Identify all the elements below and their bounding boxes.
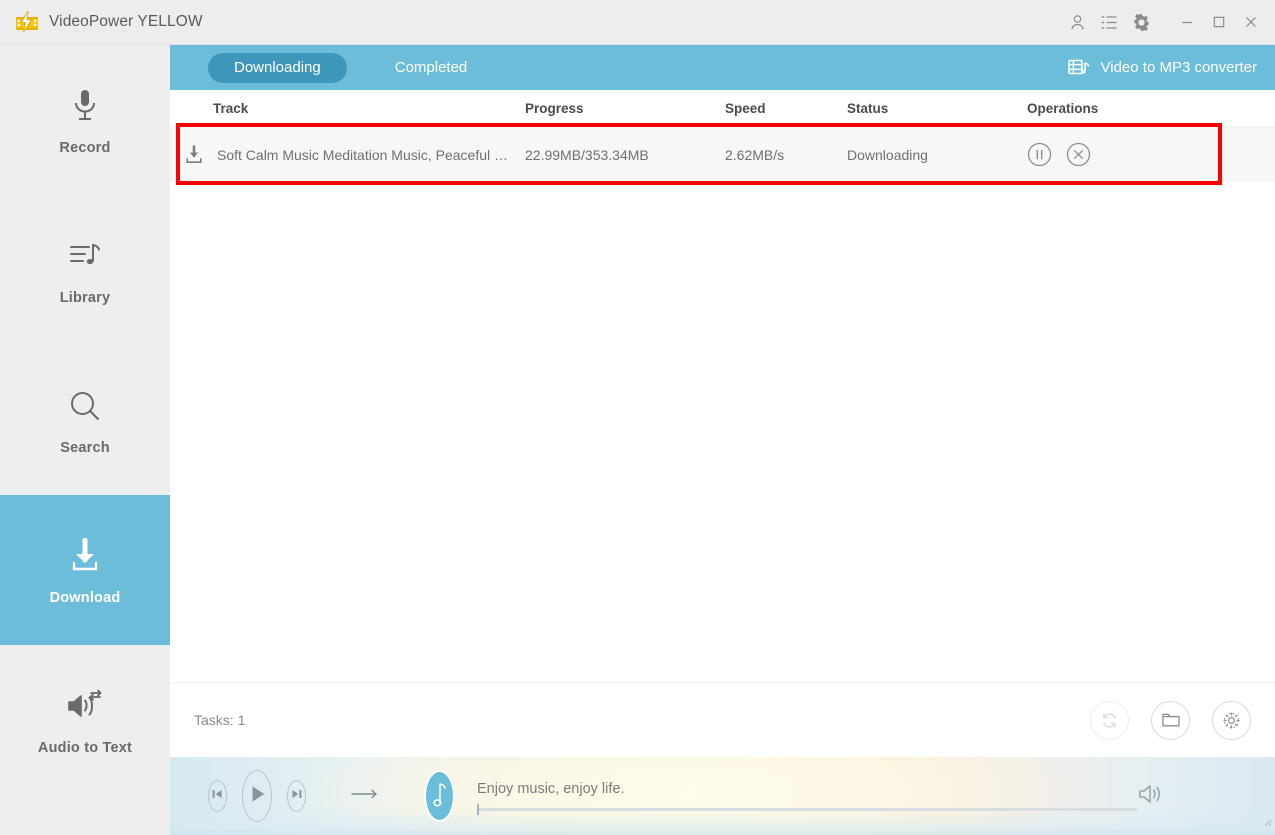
- album-thumbnail[interactable]: [423, 770, 456, 822]
- account-icon[interactable]: [1061, 7, 1093, 37]
- microphone-icon: [70, 85, 100, 127]
- title-bar: VideoPower YELLOW: [0, 0, 1275, 45]
- search-icon: [68, 385, 102, 427]
- download-icon: [65, 535, 105, 577]
- gear-icon[interactable]: [1125, 7, 1157, 37]
- download-settings-button[interactable]: [1212, 700, 1251, 740]
- library-music-icon: [67, 235, 103, 277]
- list-icon[interactable]: [1093, 7, 1125, 37]
- cancel-button[interactable]: [1066, 142, 1091, 167]
- pause-button[interactable]: [1027, 142, 1052, 167]
- app-window: VideoPower YELLOW Record Library Search …: [0, 0, 1275, 835]
- table-row[interactable]: Soft Calm Music Meditation Music, Peacef…: [170, 127, 1275, 182]
- videopower-logo-icon: [14, 10, 40, 34]
- cell-status: Downloading: [847, 146, 928, 163]
- column-header-progress: Progress: [525, 100, 584, 116]
- app-brand: VideoPower YELLOW: [0, 10, 203, 34]
- play-icon: [246, 783, 268, 810]
- column-header-speed: Speed: [725, 100, 766, 116]
- playback-mode-arrow-icon: [350, 788, 380, 805]
- player-info: Enjoy music, enjoy life.: [477, 781, 1138, 815]
- column-header-status: Status: [847, 100, 889, 116]
- volume-button[interactable]: [1137, 782, 1163, 811]
- column-header-track: Track: [213, 100, 249, 116]
- close-button[interactable]: [1235, 7, 1267, 37]
- cell-speed: 2.62MB/s: [725, 146, 785, 163]
- cell-operations: [1027, 142, 1207, 167]
- column-header-operations: Operations: [1027, 100, 1099, 116]
- play-button[interactable]: [241, 770, 273, 822]
- tab-downloading[interactable]: Downloading: [208, 52, 347, 83]
- next-track-icon: [290, 787, 304, 806]
- sidebar-item-label: Record: [59, 139, 111, 156]
- sidebar-item-label: Download: [49, 589, 121, 606]
- seek-bar[interactable]: [477, 804, 1138, 815]
- table-body: Soft Calm Music Meditation Music, Peacef…: [170, 123, 1275, 185]
- tab-bar: Downloading Completed Video to MP3 conve…: [170, 45, 1275, 90]
- titlebar-icons: [1061, 7, 1275, 37]
- open-folder-button[interactable]: [1151, 700, 1190, 740]
- resize-grip-icon[interactable]: [1260, 814, 1272, 832]
- playback-mode-button[interactable]: [350, 787, 380, 806]
- tasks-count-label: Tasks: 1: [194, 712, 246, 728]
- sidebar-item-label: Audio to Text: [37, 739, 133, 756]
- minimize-button[interactable]: [1171, 7, 1203, 37]
- status-bar: Tasks: 1: [170, 682, 1275, 757]
- sidebar-item-radio[interactable]: Radio: [0, 795, 170, 835]
- volume-icon: [1137, 784, 1163, 810]
- cell-track: Soft Calm Music Meditation Music, Peacef…: [170, 144, 525, 165]
- converter-label: Video to MP3 converter: [1100, 59, 1257, 76]
- sidebar-item-library[interactable]: Library: [0, 195, 170, 345]
- music-note-icon: [429, 779, 451, 814]
- app-title: VideoPower YELLOW: [49, 13, 203, 30]
- sidebar: Record Library Search Download Audio to …: [0, 45, 170, 835]
- sidebar-item-search[interactable]: Search: [0, 345, 170, 495]
- track-name: Soft Calm Music Meditation Music, Peacef…: [217, 146, 517, 163]
- cell-progress: 22.99MB/353.34MB: [525, 146, 649, 163]
- sidebar-item-audio-to-text[interactable]: Audio to Text: [0, 645, 170, 795]
- download-task-icon: [184, 144, 204, 165]
- table-header: Track Progress Speed Status Operations: [170, 90, 1275, 127]
- video-to-mp3-icon: [1067, 58, 1090, 78]
- sidebar-item-label: Library: [59, 289, 111, 306]
- sidebar-item-label: Search: [60, 439, 110, 456]
- sidebar-item-download[interactable]: Download: [0, 495, 170, 645]
- video-to-mp3-converter-button[interactable]: Video to MP3 converter: [1067, 45, 1257, 90]
- maximize-button[interactable]: [1203, 7, 1235, 37]
- player-bar: Enjoy music, enjoy life.: [170, 757, 1275, 835]
- now-playing-text: Enjoy music, enjoy life.: [477, 781, 625, 797]
- audio-to-text-icon: [65, 685, 105, 727]
- next-track-button[interactable]: [287, 780, 306, 812]
- sidebar-item-record[interactable]: Record: [0, 45, 170, 195]
- statusbar-buttons: [1090, 700, 1275, 740]
- row-operations: [1027, 142, 1207, 167]
- refresh-button[interactable]: [1090, 700, 1129, 740]
- previous-track-icon: [210, 787, 224, 806]
- tab-completed[interactable]: Completed: [369, 53, 494, 83]
- main-panel: Downloading Completed Video to MP3 conve…: [170, 45, 1275, 757]
- previous-track-button[interactable]: [208, 780, 227, 812]
